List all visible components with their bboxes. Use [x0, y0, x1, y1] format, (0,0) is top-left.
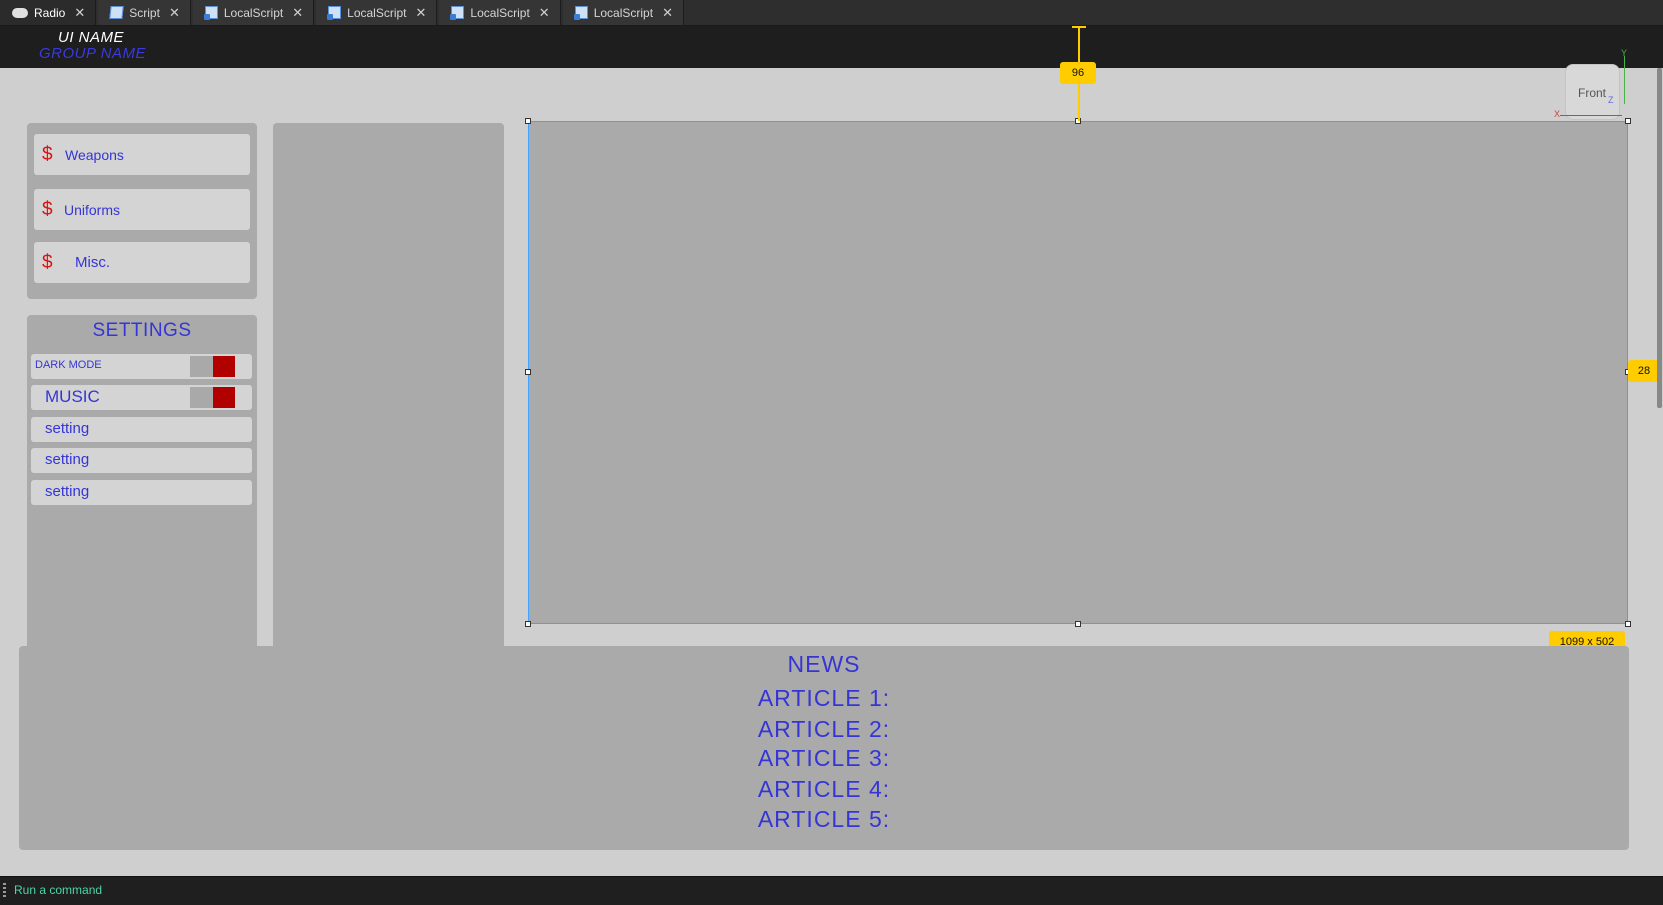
resize-handle-top-right[interactable] [1625, 118, 1631, 124]
close-icon[interactable]: ✕ [74, 5, 85, 21]
tab-label: LocalScript [470, 5, 530, 20]
command-input[interactable]: Run a command [14, 883, 102, 897]
content-list-panel[interactable] [273, 123, 504, 693]
editor-tab-bar: Radio ✕ Script ✕ LocalScript ✕ LocalScri… [0, 0, 1663, 26]
tab-label: Script [129, 5, 160, 20]
top-distance-badge: 96 [1060, 62, 1096, 84]
localscript-icon [573, 6, 588, 20]
resize-handle-left[interactable] [525, 369, 531, 375]
shop-button-misc[interactable]: $ Misc. [34, 242, 250, 283]
music-toggle[interactable] [190, 387, 235, 408]
localscript-icon [450, 6, 465, 20]
close-icon[interactable]: ✕ [416, 5, 427, 21]
toggle-knob [213, 356, 235, 377]
ui-header-bar[interactable]: UI NAME GROUP NAME [0, 26, 1663, 68]
shop-button-uniforms[interactable]: $ Uniforms [34, 189, 250, 230]
setting-row-music: MUSIC [31, 385, 252, 410]
close-icon[interactable]: ✕ [292, 5, 303, 21]
resize-handle-bottom[interactable] [1075, 621, 1081, 627]
news-article: ARTICLE 5: [757, 806, 891, 832]
shop-panel[interactable]: $ Weapons $ Uniforms $ Misc. [27, 123, 257, 299]
settings-title: SETTINGS [92, 320, 192, 341]
x-axis-indicator [1560, 115, 1622, 116]
setting-label: setting [45, 420, 90, 437]
setting-row[interactable]: setting [31, 417, 252, 442]
news-article: ARTICLE 4: [757, 776, 891, 802]
news-title: NEWS [787, 651, 861, 677]
resize-handle-top-left[interactable] [525, 118, 531, 124]
tab-localscript[interactable]: LocalScript ✕ [439, 0, 561, 25]
resize-handle-bottom-left[interactable] [525, 621, 531, 627]
tab-localscript[interactable]: LocalScript ✕ [316, 0, 438, 25]
top-distance-cap [1072, 26, 1086, 28]
command-bar[interactable]: Run a command [0, 876, 1663, 905]
setting-label: setting [45, 451, 90, 468]
tab-radio[interactable]: Radio ✕ [0, 0, 97, 25]
shop-button-label: Weapons [65, 146, 124, 163]
setting-row[interactable]: setting [31, 448, 252, 473]
toggle-knob [213, 387, 235, 408]
tab-label: Radio [34, 5, 66, 20]
setting-row-dark-mode: DARK MODE [31, 354, 252, 379]
selection-outline [528, 121, 1628, 624]
tab-label: LocalScript [593, 5, 654, 20]
tab-label: LocalScript [223, 5, 284, 20]
cloud-icon [12, 7, 28, 18]
news-panel[interactable]: NEWS ARTICLE 1: ARTICLE 2: ARTICLE 3: AR… [19, 646, 1629, 850]
grip-icon[interactable] [3, 883, 6, 897]
shop-button-label: Uniforms [64, 201, 121, 218]
tab-label: LocalScript [347, 5, 407, 20]
close-icon[interactable]: ✕ [169, 5, 180, 21]
setting-label: MUSIC [45, 387, 100, 406]
script-icon [109, 6, 124, 19]
setting-label: setting [45, 483, 90, 500]
x-axis-label: X [1554, 109, 1561, 119]
view-cube-face-label: Front [1578, 86, 1607, 100]
viewport-canvas[interactable]: $ Weapons $ Uniforms $ Misc. SETTINGS DA… [0, 26, 1663, 876]
right-distance-badge: 28 [1628, 360, 1660, 382]
dark-mode-toggle[interactable] [190, 356, 235, 377]
ui-name-label: UI NAME [58, 29, 125, 46]
close-icon[interactable]: ✕ [662, 5, 673, 21]
localscript-icon [203, 6, 218, 20]
localscript-icon [327, 6, 342, 20]
tab-localscript[interactable]: LocalScript ✕ [562, 0, 684, 25]
close-icon[interactable]: ✕ [539, 5, 550, 21]
news-article: ARTICLE 1: [757, 685, 891, 711]
dollar-icon: $ [42, 251, 53, 273]
news-article: ARTICLE 3: [757, 745, 891, 771]
news-article: ARTICLE 2: [757, 716, 891, 742]
y-axis-label: Y [1621, 48, 1628, 58]
z-axis-label: Z [1608, 95, 1614, 105]
group-name-label: GROUP NAME [39, 45, 146, 62]
viewport-scrollbar[interactable] [1657, 68, 1662, 408]
setting-label: DARK MODE [35, 359, 102, 371]
setting-row[interactable]: setting [31, 480, 252, 505]
shop-button-label: Misc. [75, 254, 110, 271]
tab-script[interactable]: Script ✕ [98, 0, 191, 25]
shop-button-weapons[interactable]: $ Weapons [34, 134, 250, 175]
dollar-icon: $ [42, 143, 53, 165]
resize-handle-bottom-right[interactable] [1625, 621, 1631, 627]
y-axis-indicator [1624, 56, 1625, 104]
dollar-icon: $ [42, 198, 53, 220]
tab-localscript[interactable]: LocalScript ✕ [192, 0, 315, 25]
